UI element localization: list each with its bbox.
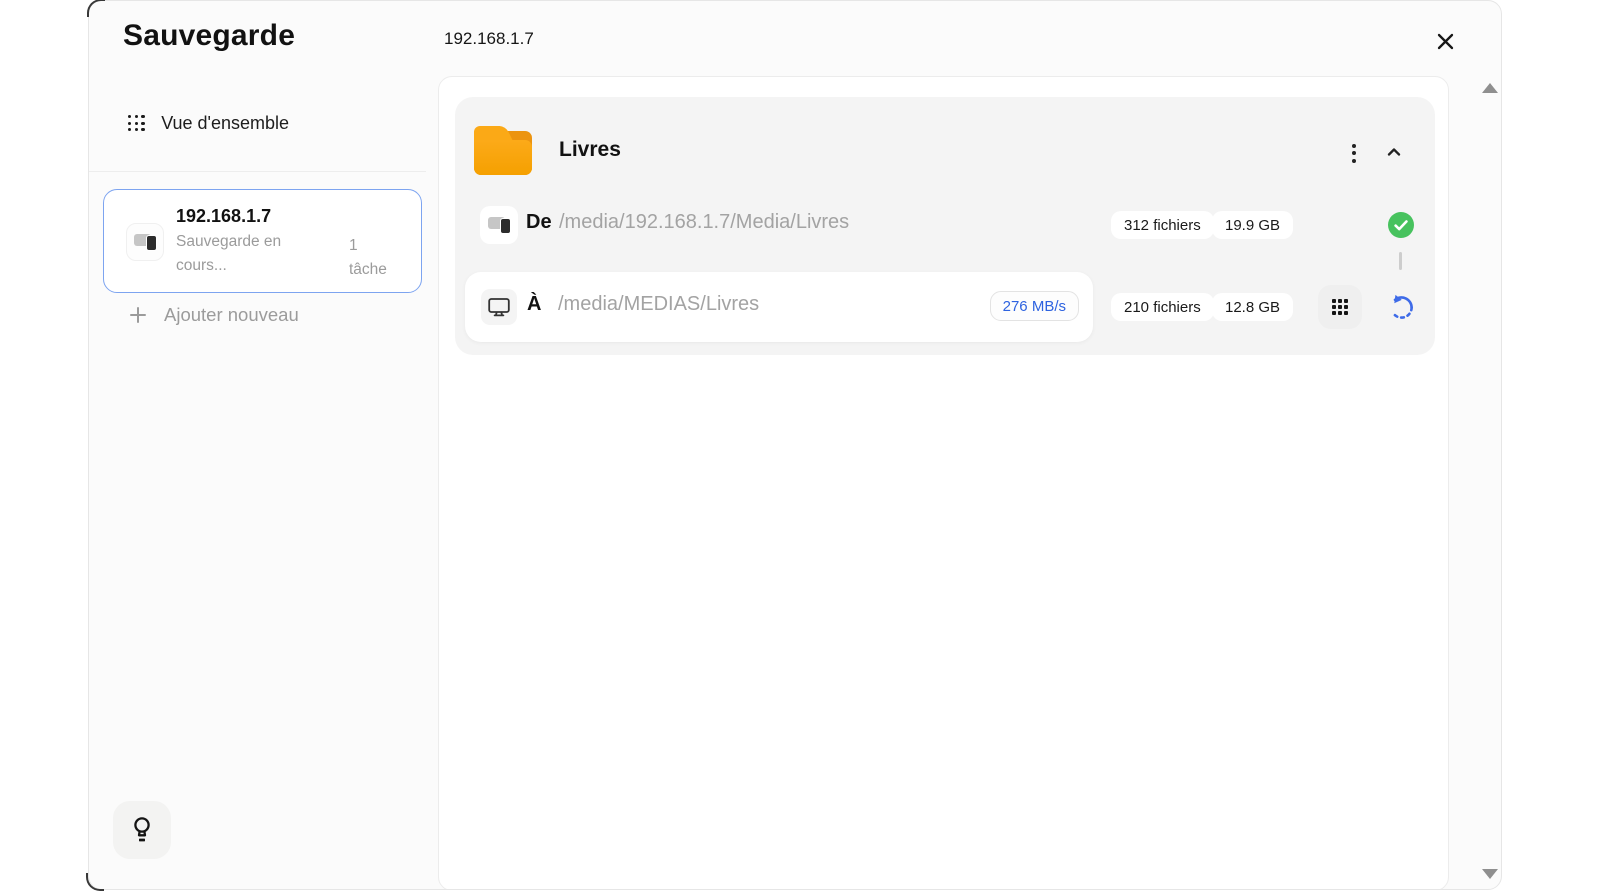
sidebar-divider xyxy=(89,171,426,172)
close-button[interactable] xyxy=(1431,27,1459,55)
flow-connector xyxy=(1399,252,1402,270)
sidebar-device-card[interactable]: 192.168.1.7 Sauvegarde en cours... 1 tâc… xyxy=(103,189,422,293)
header-device-title: 192.168.1.7 xyxy=(444,29,534,49)
main-panel: Livres De /media/192.168.1.7/Media/Livre… xyxy=(438,76,1449,890)
device-name: 192.168.1.7 xyxy=(176,206,333,227)
device-card-text: 192.168.1.7 Sauvegarde en cours... xyxy=(176,206,333,278)
browse-files-button[interactable] xyxy=(1318,285,1362,329)
backup-group-card: Livres De /media/192.168.1.7/Media/Livre… xyxy=(455,97,1435,355)
grid-icon xyxy=(1332,299,1348,315)
folder-icon xyxy=(472,122,534,177)
check-circle-icon xyxy=(1387,211,1415,239)
apps-grid-icon xyxy=(128,115,145,132)
source-devices-icon xyxy=(480,206,518,244)
transfer-speed-badge: 276 MB/s xyxy=(990,291,1079,321)
device-status: Sauvegarde en cours... xyxy=(176,230,301,278)
app-title: Sauvegarde xyxy=(123,19,295,53)
device-task-count: 1 tâche xyxy=(349,234,405,282)
close-icon xyxy=(1435,31,1456,52)
sidebar-item-overview[interactable]: Vue d'ensemble xyxy=(128,113,289,134)
source-size-badge: 19.9 GB xyxy=(1212,211,1293,239)
source-path: /media/192.168.1.7/Media/Livres xyxy=(559,211,849,234)
source-files-badge: 312 fichiers xyxy=(1111,211,1214,239)
destination-size-badge: 12.8 GB xyxy=(1212,293,1293,321)
chevron-up-icon xyxy=(1384,142,1404,162)
lightbulb-icon xyxy=(129,815,155,845)
scroll-up-arrow-icon[interactable] xyxy=(1482,83,1498,93)
group-name: Livres xyxy=(559,138,621,162)
destination-label: À xyxy=(527,293,541,316)
destination-files-badge: 210 fichiers xyxy=(1111,293,1214,321)
add-new-button[interactable]: Ajouter nouveau xyxy=(128,304,299,326)
screen: Sauvegarde Vue d'ensemble 192.168.1.7 Sa… xyxy=(0,0,1600,896)
sync-icon xyxy=(1388,294,1415,321)
devices-icon xyxy=(126,223,164,261)
monitor-icon xyxy=(481,289,517,325)
tips-button[interactable] xyxy=(113,801,171,859)
add-new-label: Ajouter nouveau xyxy=(164,304,299,326)
source-label: De xyxy=(526,211,552,234)
collapse-button[interactable] xyxy=(1381,139,1407,165)
destination-card[interactable]: À /media/MEDIAS/Livres 276 MB/s xyxy=(465,272,1093,342)
plus-icon xyxy=(128,305,148,325)
overview-label: Vue d'ensemble xyxy=(161,113,289,134)
destination-path: /media/MEDIAS/Livres xyxy=(558,293,759,316)
kebab-menu-icon[interactable] xyxy=(1346,138,1362,168)
scroll-down-arrow-icon[interactable] xyxy=(1482,869,1498,879)
app-window: Sauvegarde Vue d'ensemble 192.168.1.7 Sa… xyxy=(88,0,1502,890)
